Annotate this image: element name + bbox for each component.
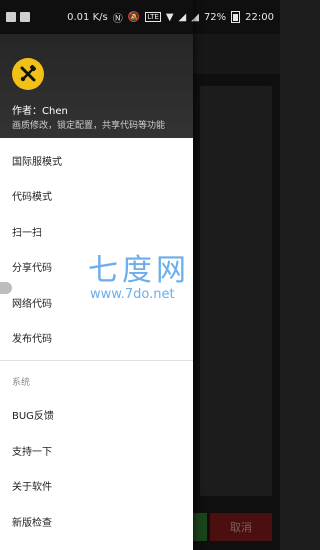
battery-icon: [231, 11, 241, 23]
app-description: 画质修改，锁定配置，共享代码等功能: [12, 121, 166, 131]
menu-item-label: BUG反馈: [12, 410, 54, 422]
clock: 22:00: [245, 11, 274, 23]
menu-item-label: 支持一下: [12, 446, 52, 458]
menu-item-about[interactable]: 关于软件: [0, 468, 193, 502]
menu-item-support[interactable]: 支持一下: [0, 433, 193, 467]
menu-item-update-check[interactable]: 新版检查: [0, 504, 193, 538]
menu-item-label: 发布代码: [12, 333, 52, 345]
avatar: [12, 58, 44, 90]
menu-item-publish-code[interactable]: 发布代码: [0, 320, 193, 354]
menu-item-bug-report[interactable]: BUG反馈: [0, 397, 193, 431]
watermark-url: www.7do.net: [90, 287, 175, 302]
menu-item-label: 代码模式: [12, 191, 52, 203]
drawer-header: 作者：Chen 画质修改，锁定配置，共享代码等功能: [0, 34, 193, 138]
menu-item-code-mode[interactable]: 代码模式: [0, 178, 193, 212]
menu-item-label: 新版检查: [12, 517, 52, 529]
menu-item-label: 网络代码: [12, 298, 52, 310]
menu-item-label: 国际服模式: [12, 156, 62, 168]
watermark: 七度网 www.7do.net: [88, 245, 190, 302]
menu-item-label: 扫一扫: [12, 227, 42, 239]
battery-percent: 72%: [203, 11, 227, 23]
author-label: 作者：Chen: [12, 106, 68, 117]
watermark-title: 七度网: [88, 253, 190, 288]
menu-item-label: 分享代码: [12, 262, 52, 274]
tools-icon: [20, 64, 37, 82]
menu-item-label: 关于软件: [12, 481, 52, 493]
drawer-menu: 国际服模式 代码模式 扫一扫 分享代码 网络代码 发布代码 系统 BUG反馈 支…: [0, 138, 193, 550]
menu-item-international-mode[interactable]: 国际服模式: [0, 143, 193, 177]
menu-item-scan[interactable]: 扫一扫: [0, 214, 193, 248]
menu-divider: [0, 360, 193, 361]
section-header-system: 系统: [12, 378, 31, 388]
